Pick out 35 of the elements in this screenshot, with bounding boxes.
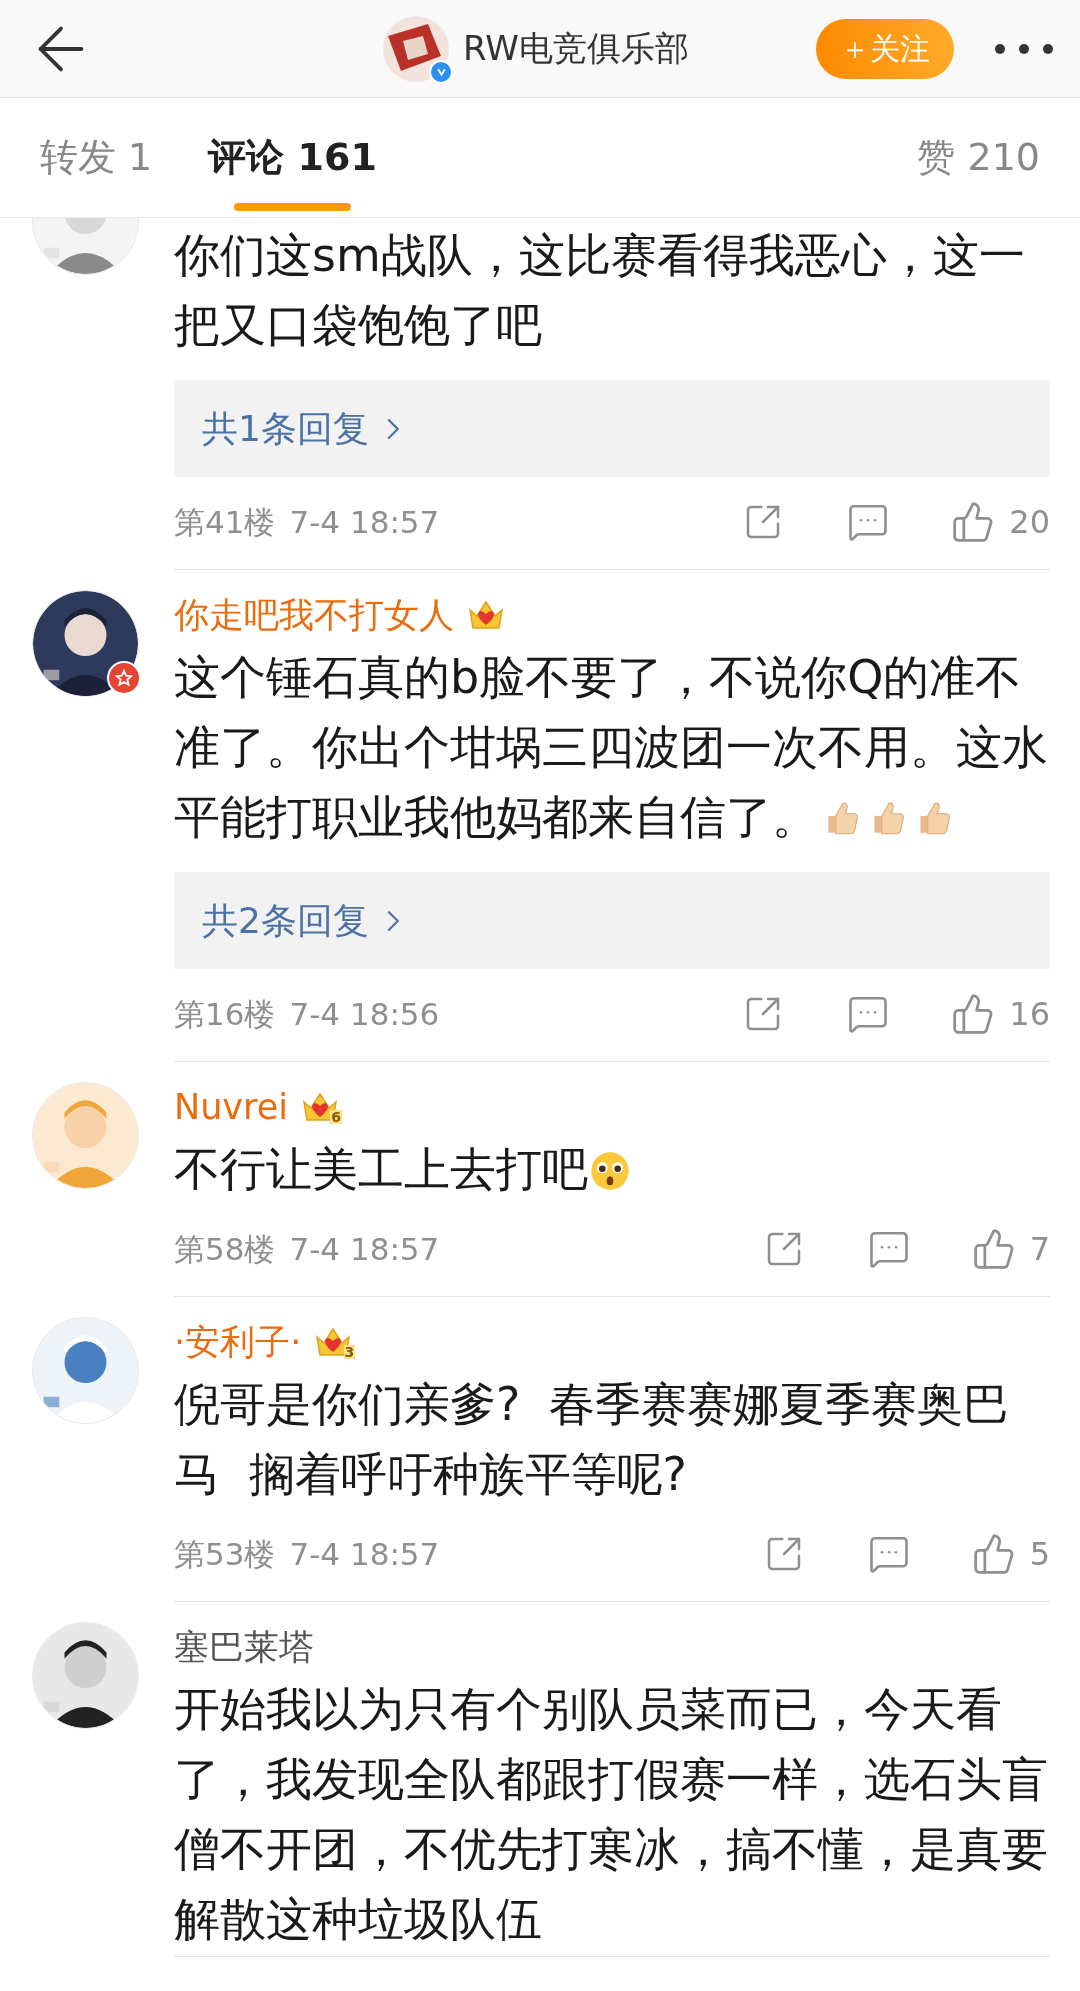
comment-time: 7-4 18:57	[289, 1229, 440, 1269]
comment-time: 7-4 18:57	[289, 502, 440, 542]
chevron-right-icon	[386, 909, 399, 932]
floor-number: 第58楼	[174, 1229, 276, 1269]
comment-time: 7-4 18:57	[289, 1534, 440, 1574]
user-name[interactable]: Nuvrei	[174, 1080, 288, 1134]
comment-time: 7-4 18:56	[289, 994, 440, 1034]
tab[interactable]: 转发 1	[40, 97, 153, 217]
comment-text: 倪哥是你们亲爹? 春季赛赛娜夏季赛奥巴马 搁着呼吁种族平等呢?	[174, 1376, 1011, 1503]
replies-link[interactable]: 共2条回复	[174, 872, 1050, 969]
comment-text: 你们这sm战队，这比赛看得我恶心，这一把又口袋饱饱了吧	[174, 227, 1026, 354]
floor-number: 第53楼	[174, 1534, 276, 1574]
floor-number: 第41楼	[174, 502, 276, 542]
user-name[interactable]: 你走吧我不打女人	[174, 588, 454, 642]
account-name: RW电竞俱乐部	[463, 27, 689, 70]
tab[interactable]: 赞 210	[917, 97, 1040, 217]
comment-text: 开始我以为只有个别队员菜而已，今天看了，我发现全队都跟打假赛一样，选石头盲僧不开团，不优先打寒冰，搞不懂，是真要解散这种垃圾队伍	[174, 1681, 1049, 1948]
comment-text: 这个锤石真的b脸不要了，不说你Q的准不准了。你出个坩埚三四波团一次不用。这水平能打职业我他妈都来自信了。	[174, 649, 1049, 846]
pleading-face-emoji-icon	[588, 1149, 632, 1193]
floor-number: 第16楼	[174, 994, 276, 1034]
like-count: 20	[1009, 502, 1050, 543]
user-name[interactable]: 塞巴莱塔	[174, 1620, 314, 1674]
tab[interactable]: 评论 161	[208, 97, 377, 217]
follow-button[interactable]: ＋关注	[816, 18, 954, 79]
like-count: 7	[1029, 1229, 1050, 1270]
replies-link[interactable]: 共1条回复	[174, 380, 1050, 477]
like-icon[interactable]	[971, 1227, 1016, 1271]
chevron-right-icon	[386, 417, 399, 440]
like-count: 5	[1029, 1534, 1050, 1575]
vip-level: 6	[330, 1110, 342, 1124]
more-icon[interactable]	[994, 42, 1054, 55]
like-count: 16	[1009, 994, 1050, 1035]
like-icon[interactable]	[971, 1532, 1016, 1576]
comment-text: 不行让美工上去打吧	[174, 1134, 1050, 1204]
user-name[interactable]: ·安利子·	[174, 1315, 302, 1369]
